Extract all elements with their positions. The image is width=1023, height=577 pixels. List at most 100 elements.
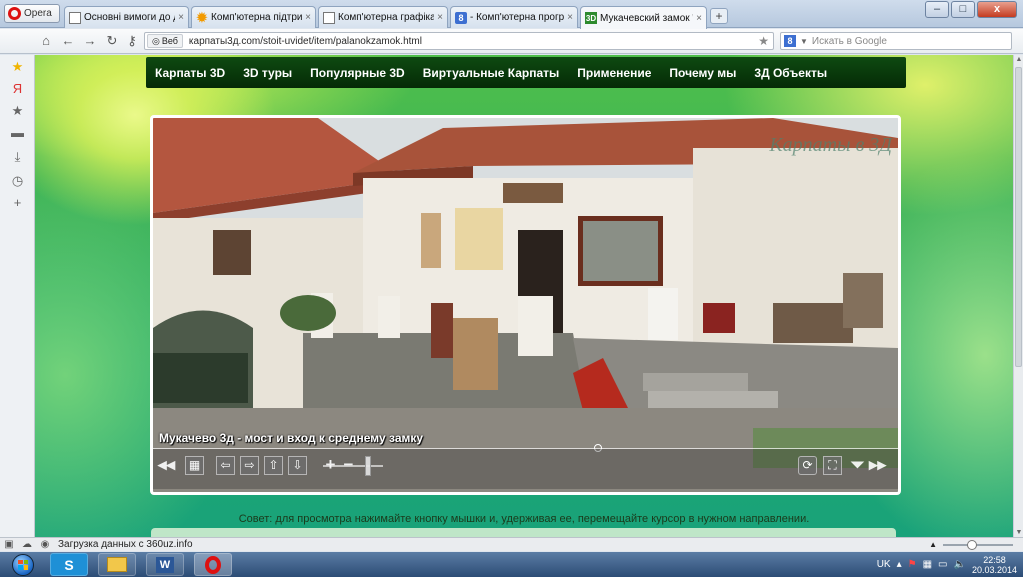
- flag-icon[interactable]: ⚑: [908, 559, 917, 570]
- windows-logo-icon: [12, 553, 34, 576]
- home-icon[interactable]: ⌂: [38, 33, 54, 48]
- web-page: Карпаты 3D 3D туры Популярные 3D Виртуал…: [35, 55, 1013, 537]
- nav-popular-3d[interactable]: Популярные 3D: [301, 66, 414, 80]
- minimize-button[interactable]: –: [925, 1, 949, 18]
- pan-up-icon[interactable]: ⇧: [264, 456, 283, 475]
- nav-application[interactable]: Применение: [568, 66, 660, 80]
- status-text: Загрузка данных с 360uz.info: [58, 539, 193, 550]
- panel-toggle-icon[interactable]: ▣: [0, 539, 18, 550]
- scroll-down-icon[interactable]: ▼: [1014, 529, 1023, 536]
- add-panel-icon[interactable]: +: [0, 195, 35, 210]
- thumbnails-grid-icon[interactable]: ▦: [185, 456, 204, 475]
- reload-icon[interactable]: ↻: [104, 33, 120, 49]
- page-zoom-knob[interactable]: [967, 539, 977, 550]
- url-text: карпаты3д.com/stoit-uvidet/item/palanokz…: [188, 35, 422, 47]
- speed-dial-star-icon[interactable]: ★: [0, 59, 35, 75]
- autorotate-icon[interactable]: ⟳: [798, 456, 817, 475]
- volume-icon[interactable]: 🔈: [954, 559, 966, 570]
- clock[interactable]: 22:58 20.03.2014: [972, 555, 1017, 575]
- fullscreen-icon[interactable]: ⛶: [823, 456, 842, 475]
- pan-right-icon[interactable]: ⇨: [240, 456, 259, 475]
- usage-tip: Совет: для просмотра нажимайте кнопку мы…: [238, 513, 810, 525]
- globe-icon: ◎: [152, 35, 160, 46]
- tab-1[interactable]: Основні вимоги до ди... ×: [64, 6, 189, 28]
- tab-5-active[interactable]: 3D Мукачевский замок "... ×: [580, 6, 707, 29]
- word-taskbar-icon[interactable]: W: [146, 553, 184, 576]
- vertical-scrollbar[interactable]: ▲ ▼: [1013, 55, 1023, 537]
- bookmarks-icon[interactable]: ★: [0, 103, 35, 119]
- zoom-slider-track[interactable]: [323, 465, 383, 467]
- opera-menu-label: Opera: [24, 8, 52, 19]
- tab-2[interactable]: ✹ Комп'ютерна підтрим... ×: [191, 6, 316, 28]
- opera-menu-button[interactable]: Opera: [4, 4, 60, 23]
- pan-down-icon[interactable]: ⇩: [288, 456, 307, 475]
- nav-karpaty-3d[interactable]: Карпаты 3D: [146, 66, 234, 80]
- skype-taskbar-icon[interactable]: S: [50, 553, 88, 576]
- address-toolbar: ⌂ ← → ↻ ⚷ ◎ Веб карпаты3д.com/stoit-uvid…: [0, 29, 1023, 54]
- nav-3d-tours[interactable]: 3D туры: [234, 66, 301, 80]
- tab-title: Мукачевский замок "...: [600, 12, 693, 24]
- tab-title: - Комп'ютерна прогр...: [470, 12, 565, 23]
- tab-close-button[interactable]: ×: [305, 12, 311, 23]
- tab-close-button[interactable]: ×: [178, 12, 184, 23]
- nav-virtual-karpaty[interactable]: Виртуальные Карпаты: [414, 66, 569, 80]
- nav-why-us[interactable]: Почему мы: [660, 66, 745, 80]
- sun-icon: ✹: [196, 9, 208, 25]
- previous-panorama-icon[interactable]: ◂◂: [157, 456, 176, 475]
- opera-taskbar-icon[interactable]: [194, 553, 232, 576]
- system-tray: UK ▴ ⚑ ▦ ▭ 🔈 22:58 20.03.2014: [877, 552, 1017, 577]
- tab-close-button[interactable]: ×: [437, 12, 443, 23]
- history-icon[interactable]: ◷: [0, 173, 35, 189]
- start-button[interactable]: [8, 552, 38, 577]
- tab-3[interactable]: Комп'ютерна графіка... ×: [318, 6, 448, 28]
- bookmark-star-icon[interactable]: ★: [758, 34, 769, 48]
- turbo-icon[interactable]: ◉: [36, 539, 54, 550]
- browser-tab-strip: Opera Основні вимоги до ди... × ✹ Комп'ю…: [0, 0, 1023, 29]
- next-panorama-icon[interactable]: ▸▸: [868, 456, 887, 475]
- notes-icon[interactable]: ▬: [0, 125, 35, 140]
- zoom-slider-knob[interactable]: [365, 456, 371, 476]
- chevron-up-icon[interactable]: ▲: [929, 540, 937, 549]
- language-indicator[interactable]: UK: [877, 559, 891, 570]
- forward-icon[interactable]: →: [82, 33, 98, 48]
- maximize-button[interactable]: □: [951, 1, 975, 18]
- pan-left-icon[interactable]: ⇦: [216, 456, 235, 475]
- scroll-thumb[interactable]: [1015, 67, 1022, 367]
- downloads-icon[interactable]: ⤓: [0, 149, 35, 165]
- display-icon[interactable]: ▭: [938, 559, 947, 570]
- tab-4[interactable]: 8 - Комп'ютерна прогр... ×: [450, 6, 578, 28]
- hide-controls-icon[interactable]: ⏷: [848, 456, 867, 475]
- scroll-up-icon[interactable]: ▲: [1014, 56, 1023, 63]
- document-icon: [323, 11, 335, 24]
- nav-3d-objects[interactable]: 3Д Объекты: [745, 66, 836, 80]
- page-zoom-slider[interactable]: [943, 539, 1013, 550]
- address-field[interactable]: ◎ Веб карпаты3д.com/stoit-uvidet/item/pa…: [144, 32, 774, 50]
- opera-logo-icon: [8, 7, 21, 20]
- panorama-viewer[interactable]: Карпаты в 3Д Мукачево 3д - мост и вход к…: [150, 115, 901, 495]
- web-badge[interactable]: ◎ Веб: [147, 34, 183, 48]
- yandex-icon[interactable]: Я: [0, 81, 35, 96]
- search-field[interactable]: 8 ▼ Искать в Google: [780, 32, 1012, 50]
- tab-close-button[interactable]: ×: [567, 12, 573, 23]
- network-icon[interactable]: ▦: [923, 559, 932, 570]
- new-tab-button[interactable]: +: [710, 8, 728, 24]
- yandex-8-icon: 8: [455, 11, 467, 24]
- document-icon: [69, 11, 81, 24]
- search-placeholder: Искать в Google: [811, 35, 887, 47]
- page-zoom-control: ▲: [929, 539, 1013, 550]
- status-bar: ▣ ☁ ◉ Загрузка данных с 360uz.info ▲: [0, 537, 1023, 551]
- tab-close-button[interactable]: ×: [696, 13, 702, 24]
- chevron-down-icon[interactable]: ▼: [800, 37, 808, 46]
- tab-title: Основні вимоги до ди...: [84, 12, 175, 23]
- tab-title: Комп'ютерна підтрим...: [211, 12, 303, 23]
- explorer-taskbar-icon[interactable]: [98, 553, 136, 576]
- tray-expand-icon[interactable]: ▴: [897, 559, 902, 570]
- site-navigation: Карпаты 3D 3D туры Популярные 3D Виртуал…: [146, 57, 906, 88]
- windows-taskbar: S W UK ▴ ⚑ ▦ ▭ 🔈 22:58 20.03.2014: [0, 552, 1023, 577]
- key-icon[interactable]: ⚷: [124, 33, 140, 49]
- close-window-button[interactable]: x: [977, 1, 1017, 18]
- clock-date: 20.03.2014: [971, 564, 1017, 575]
- cloud-icon[interactable]: ☁: [18, 539, 36, 550]
- yandex-8-icon: 8: [784, 35, 796, 47]
- back-icon[interactable]: ←: [60, 33, 76, 48]
